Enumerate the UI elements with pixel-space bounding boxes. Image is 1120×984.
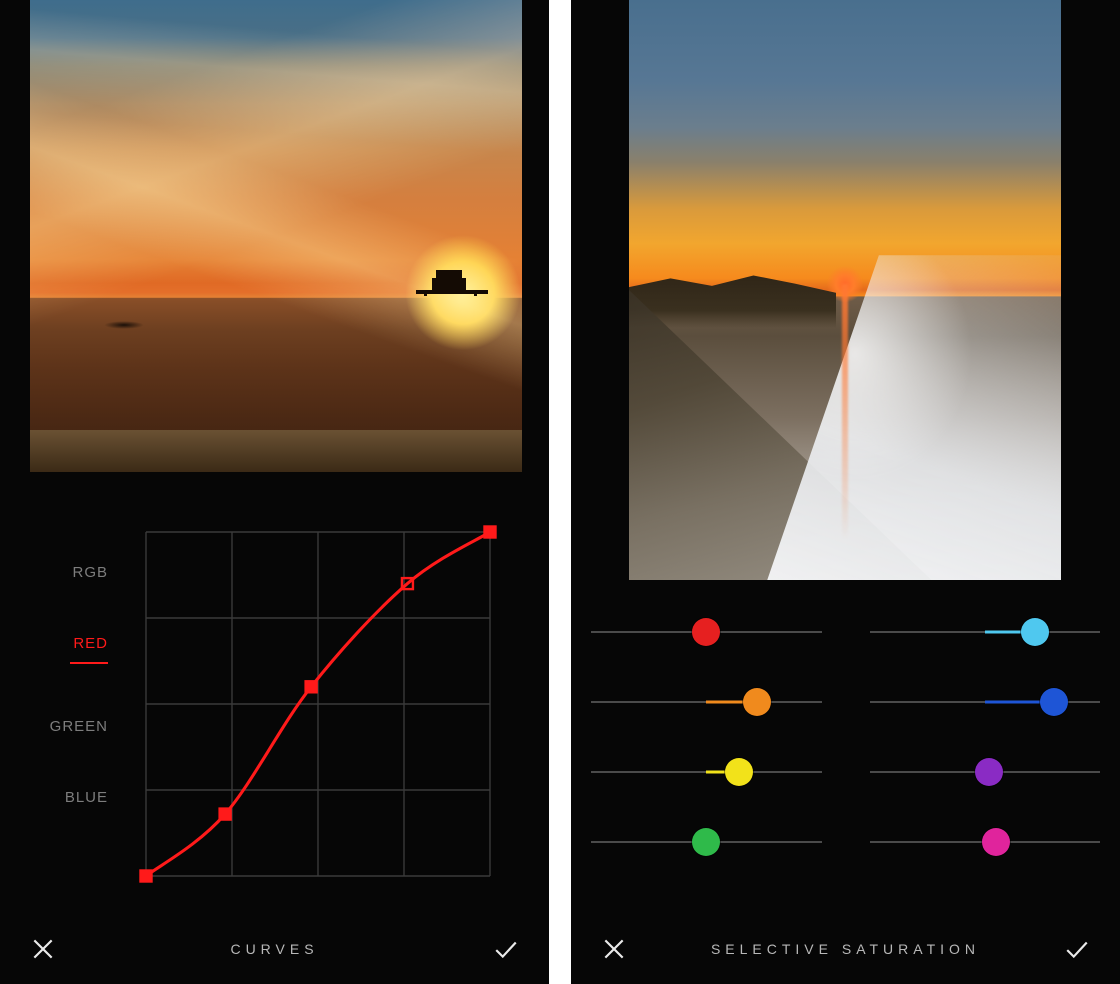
- saturation-sliders: [591, 610, 1100, 900]
- slider-knob-purple[interactable]: [975, 758, 1003, 786]
- bottom-bar: SELECTIVE SATURATION: [571, 914, 1120, 984]
- photo-preview[interactable]: [629, 0, 1061, 580]
- slider-knob-yellow[interactable]: [725, 758, 753, 786]
- slider-knob-orange[interactable]: [743, 688, 771, 716]
- check-icon[interactable]: [491, 934, 521, 964]
- slider-knob-cyan[interactable]: [1021, 618, 1049, 646]
- photo-preview[interactable]: [30, 0, 522, 472]
- curves-panel: RGB RED GREEN BLUE: [0, 508, 549, 898]
- slider-magenta[interactable]: [870, 828, 1101, 856]
- slider-yellow[interactable]: [591, 758, 822, 786]
- slider-purple[interactable]: [870, 758, 1101, 786]
- preview-boat-silhouette: [104, 321, 144, 329]
- slider-knob-green[interactable]: [692, 828, 720, 856]
- slider-knob-magenta[interactable]: [982, 828, 1010, 856]
- preview-beach: [30, 430, 522, 472]
- close-icon[interactable]: [28, 934, 58, 964]
- curve-handle-0[interactable]: [140, 870, 151, 881]
- close-icon[interactable]: [599, 934, 629, 964]
- channel-list: RGB RED GREEN BLUE: [38, 564, 108, 806]
- slider-blue[interactable]: [870, 688, 1101, 716]
- panel-title: CURVES: [58, 941, 491, 957]
- preview-sun-reflection: [842, 284, 848, 539]
- channel-blue[interactable]: BLUE: [38, 789, 108, 806]
- curves-editor-screen: RGB RED GREEN BLUE CURVES: [0, 0, 549, 984]
- slider-knob-red[interactable]: [692, 618, 720, 646]
- check-icon[interactable]: [1062, 934, 1092, 964]
- selective-saturation-screen: SELECTIVE SATURATION: [571, 0, 1120, 984]
- slider-knob-blue[interactable]: [1040, 688, 1068, 716]
- channel-rgb[interactable]: RGB: [38, 564, 108, 581]
- preview-clouds: [30, 0, 522, 472]
- panel-title: SELECTIVE SATURATION: [629, 941, 1062, 957]
- bottom-bar: CURVES: [0, 914, 549, 984]
- preview-pier-silhouette: [414, 264, 492, 298]
- curve-handle-4[interactable]: [484, 526, 495, 537]
- slider-red[interactable]: [591, 618, 822, 646]
- channel-green[interactable]: GREEN: [38, 718, 108, 735]
- curve-handle-1[interactable]: [220, 809, 231, 820]
- slider-orange[interactable]: [591, 688, 822, 716]
- curve-handle-2[interactable]: [306, 681, 317, 692]
- slider-cyan[interactable]: [870, 618, 1101, 646]
- slider-green[interactable]: [591, 828, 822, 856]
- channel-red[interactable]: RED: [38, 635, 108, 664]
- curve-grid[interactable]: [146, 532, 490, 876]
